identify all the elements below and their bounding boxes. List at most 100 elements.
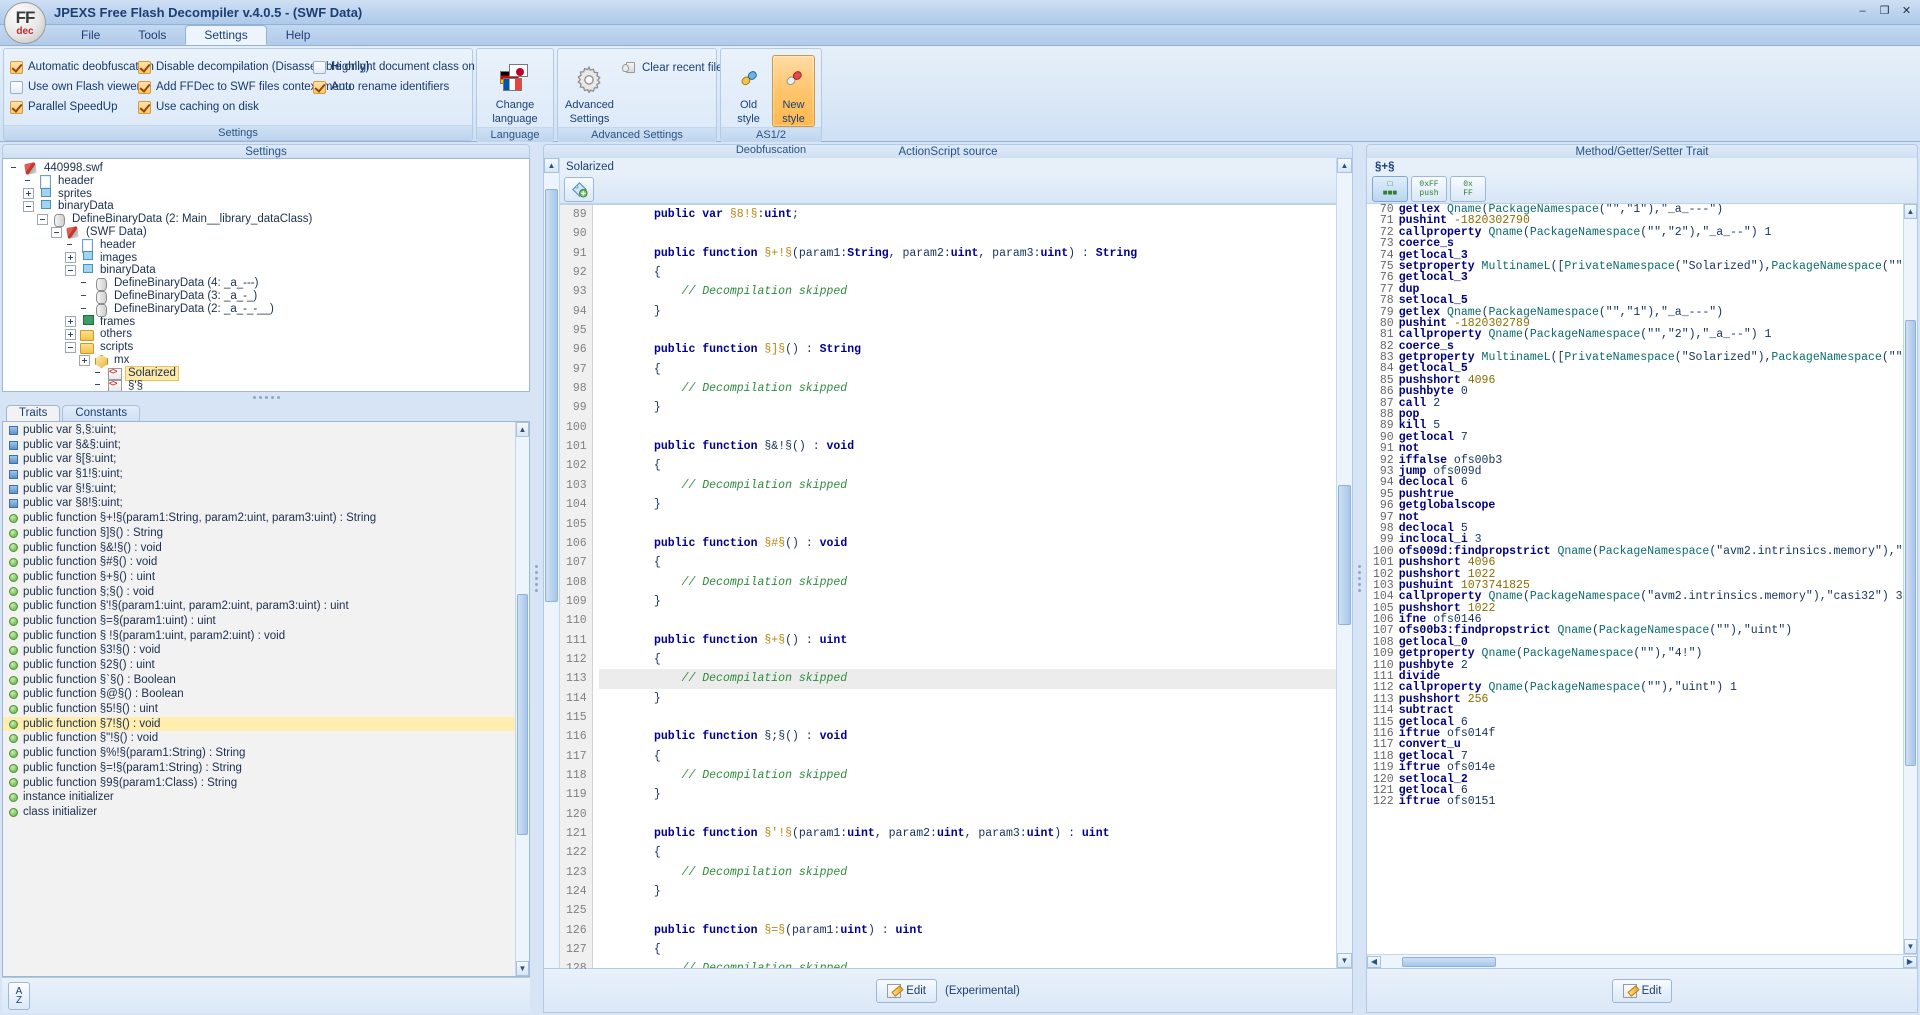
pcode-line[interactable]: coerce_s (1399, 238, 1903, 250)
tree-node[interactable]: DefineBinaryData (2: _a_-_-__) (5, 303, 529, 317)
scroll-right-arrow-icon[interactable]: ▶ (1903, 955, 1917, 968)
source-line[interactable] (599, 224, 1336, 243)
source-code-text[interactable]: public var §8!§:uint; public function §+… (593, 205, 1336, 968)
pcode-view[interactable]: 70 71 72 73 74 75 76 77 78 79 80 81 82 83 84 85 86 87 88 89… (1367, 204, 1917, 954)
pcode-line[interactable]: callproperty Qname(PackageNamespace("","… (1399, 226, 1903, 238)
source-line[interactable]: } (599, 592, 1336, 611)
tree-node[interactable]: DefineBinaryData (4: _a_---) (5, 277, 529, 292)
source-line[interactable]: public function §+§() : uint (599, 631, 1336, 650)
pcode-line[interactable]: getproperty MultinameL([PrivateNamespace… (1399, 352, 1903, 364)
maximize-button[interactable]: ❐ (1875, 2, 1894, 19)
source-line[interactable]: public var §8!§:uint; (599, 205, 1336, 224)
tree-node[interactable]: header (5, 238, 529, 253)
traits-scrollbar[interactable]: ▲ ▼ (515, 422, 529, 976)
collapse-icon[interactable] (23, 201, 34, 213)
trait-list-item[interactable]: public function §'!§(param1:uint, param2… (3, 599, 515, 614)
pcode-line[interactable]: pushbyte 0 (1399, 386, 1903, 398)
pcode-line[interactable]: pushshort 4096 (1399, 375, 1903, 387)
source-line[interactable]: public function §&!§() : void (599, 437, 1336, 456)
source-line[interactable]: { (599, 650, 1336, 669)
tree-node[interactable]: §'§ (5, 378, 529, 391)
checkbox-use-caching-on-disk[interactable]: Use caching on disk (138, 100, 313, 114)
trait-list-item[interactable]: public function §`§() : Boolean (3, 673, 515, 688)
tree-node[interactable]: binaryData (5, 264, 529, 277)
source-line[interactable]: // Decompilation skipped (599, 573, 1336, 592)
source-line[interactable] (599, 321, 1336, 340)
source-line[interactable] (599, 805, 1336, 824)
menu-item-tools[interactable]: Tools (119, 25, 185, 45)
tree-node[interactable]: binaryData (5, 200, 529, 213)
old-style-button[interactable]: Old style (727, 55, 770, 127)
scroll-up-arrow-icon[interactable]: ▲ (1337, 158, 1352, 173)
trait-list-item[interactable]: public var §8!§:uint; (3, 496, 515, 511)
pcode-line[interactable]: pop (1399, 409, 1903, 421)
pcode-line[interactable]: iftrue ofs014e (1399, 762, 1903, 774)
pcode-line[interactable]: getlocal_3 (1399, 272, 1903, 284)
clear-recent-files-button[interactable]: Clear recent files (615, 57, 735, 79)
new-style-button[interactable]: New style (772, 55, 815, 127)
pcode-line[interactable]: dup (1399, 283, 1903, 295)
trait-list-item[interactable]: public var §&§:uint; (3, 438, 515, 453)
tree-node[interactable]: scripts (5, 341, 529, 355)
checkbox-parallel-speedup[interactable]: Parallel SpeedUp (10, 100, 138, 114)
close-button[interactable]: ✕ (1897, 2, 1916, 19)
trait-list-item[interactable]: public function § !§(param1:uint, param2… (3, 629, 515, 644)
source-line[interactable]: } (599, 398, 1336, 417)
pcode-line[interactable]: not (1399, 443, 1903, 455)
source-vertical-scrollbar[interactable]: ▲ ▼ (1336, 158, 1352, 968)
trait-list-item[interactable]: public function §@§() : Boolean (3, 687, 515, 702)
checkbox-icon[interactable] (10, 60, 23, 74)
source-line[interactable] (599, 901, 1336, 920)
advanced-settings-button[interactable]: Advanced Settings (564, 55, 615, 127)
pcode-edit-button[interactable]: Edit (1611, 978, 1673, 1003)
pcode-vertical-scrollbar[interactable]: ▲ ▼ (1903, 204, 1917, 954)
pcode-line[interactable]: jump ofs009d (1399, 466, 1903, 478)
expand-icon[interactable] (65, 316, 76, 328)
hex-view-button[interactable]: 0x FF (1450, 175, 1486, 202)
source-line[interactable]: public function §;§() : void (599, 727, 1336, 746)
trait-list-item[interactable]: public function §%!§(param1:String) : St… (3, 746, 515, 761)
expand-icon[interactable] (65, 252, 76, 264)
pcode-line[interactable]: subtract (1399, 705, 1903, 717)
source-line[interactable]: public function §]§() : String (599, 340, 1336, 359)
checkbox-use-own-flash-viewer[interactable]: Use own Flash viewer (10, 80, 140, 94)
checkbox-disable-decompilation[interactable]: Disable decompilation (Disassemble only) (138, 60, 369, 74)
pcode-line[interactable]: getglobalscope (1399, 500, 1903, 512)
pcode-line[interactable]: call 2 (1399, 397, 1903, 409)
tab-traits[interactable]: Traits (6, 405, 61, 421)
trait-list-item[interactable]: public function §7!§() : void (3, 716, 515, 732)
center-right-splitter[interactable] (1355, 144, 1364, 1013)
trait-list-item[interactable]: public var §1!§:uint; (3, 467, 515, 482)
tree-node[interactable]: 440998.swf (5, 162, 529, 175)
trait-list-item[interactable]: public function §+§() : uint (3, 570, 515, 585)
source-line[interactable]: { (599, 940, 1336, 959)
source-line[interactable] (599, 708, 1336, 727)
collapse-icon[interactable] (65, 342, 76, 354)
tab-constants[interactable]: Constants (62, 405, 141, 421)
trait-list-item[interactable]: public var §!§:uint; (3, 482, 515, 497)
source-line[interactable]: // Decompilation skipped (598, 669, 1336, 689)
graph-view-button[interactable]: □ ■■■ (1372, 175, 1408, 202)
trait-list-item[interactable]: public function §]§() : String (3, 526, 515, 541)
expand-icon[interactable] (65, 329, 76, 341)
source-line[interactable] (599, 418, 1336, 437)
checkbox-icon[interactable] (10, 100, 23, 114)
collapse-icon[interactable] (65, 265, 76, 277)
tree-node[interactable]: DefineBinaryData (3: _a_-_) (5, 290, 529, 304)
pcode-line[interactable]: setproperty MultinameL([PrivateNamespace… (1399, 260, 1903, 272)
change-language-button[interactable]: Change language (483, 55, 547, 127)
menu-item-file[interactable]: File (62, 25, 119, 45)
source-line[interactable]: { (599, 263, 1336, 282)
hex-push-button[interactable]: 0xFF push (1411, 175, 1447, 202)
expand-icon[interactable] (79, 354, 90, 366)
collapse-icon[interactable] (37, 214, 48, 226)
trait-list-item[interactable]: public var §[§:uint; (3, 452, 515, 467)
source-line[interactable]: // Decompilation skipped (599, 282, 1336, 301)
tree-node[interactable]: mx (5, 354, 529, 367)
pcode-line[interactable]: iftrue ofs0151 (1399, 796, 1903, 808)
checkbox-icon[interactable] (138, 60, 151, 74)
source-line[interactable]: public function §#§() : void (599, 534, 1336, 553)
collapse-icon[interactable] (51, 226, 62, 238)
source-edit-button[interactable]: Edit (876, 978, 938, 1003)
horizontal-splitter[interactable] (2, 392, 530, 402)
